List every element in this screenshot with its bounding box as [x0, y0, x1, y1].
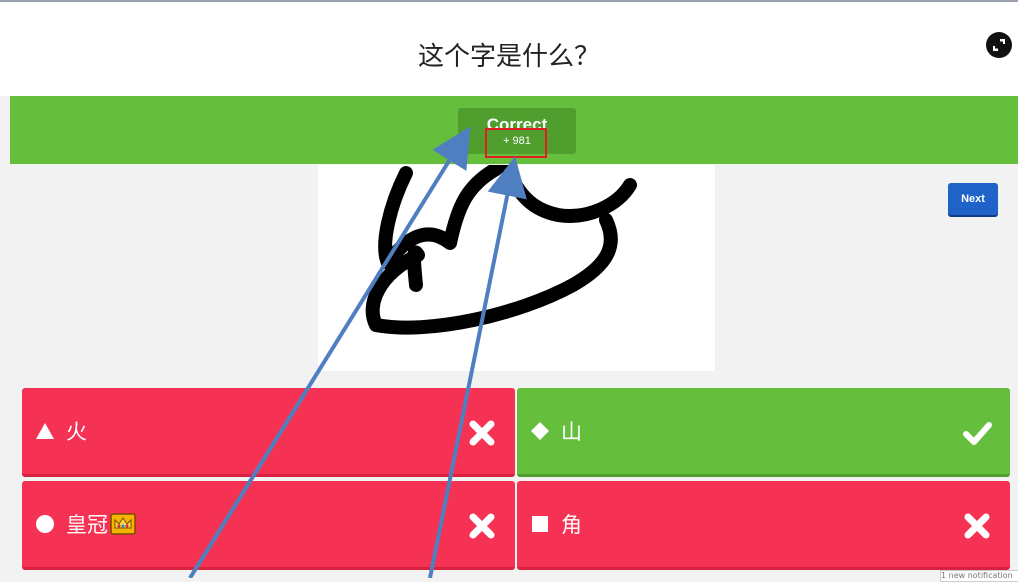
next-button[interactable]: Next	[948, 183, 998, 215]
handwritten-character-image	[365, 162, 637, 335]
answer-option-4[interactable]: 角	[517, 481, 1010, 570]
question-title: 这个字是什么？	[417, 42, 600, 72]
fullscreen-button[interactable]	[986, 32, 1012, 58]
diamond-icon	[529, 420, 551, 442]
answer-option-3[interactable]: 皇冠	[22, 481, 515, 570]
triangle-icon	[34, 420, 56, 442]
wrong-cross-icon	[964, 513, 990, 539]
answer-option-1[interactable]: 火	[22, 388, 515, 477]
circle-icon	[34, 513, 56, 535]
answer-label: 皇冠	[66, 513, 108, 537]
correct-check-icon	[963, 422, 992, 445]
answer-label: 火	[66, 420, 87, 444]
answer-label: 山	[561, 420, 582, 444]
crown-icon	[110, 513, 136, 535]
points-highlight-box	[485, 128, 547, 158]
notification-badge[interactable]: 1 new notification	[940, 570, 1018, 582]
answer-option-2[interactable]: 山	[517, 388, 1010, 477]
fullscreen-icon	[993, 39, 1005, 51]
answer-label: 角	[561, 513, 582, 537]
question-image	[318, 162, 715, 371]
header: 这个字是什么？	[0, 2, 1018, 96]
wrong-cross-icon	[469, 513, 495, 539]
wrong-cross-icon	[469, 420, 495, 446]
square-icon	[529, 513, 551, 535]
